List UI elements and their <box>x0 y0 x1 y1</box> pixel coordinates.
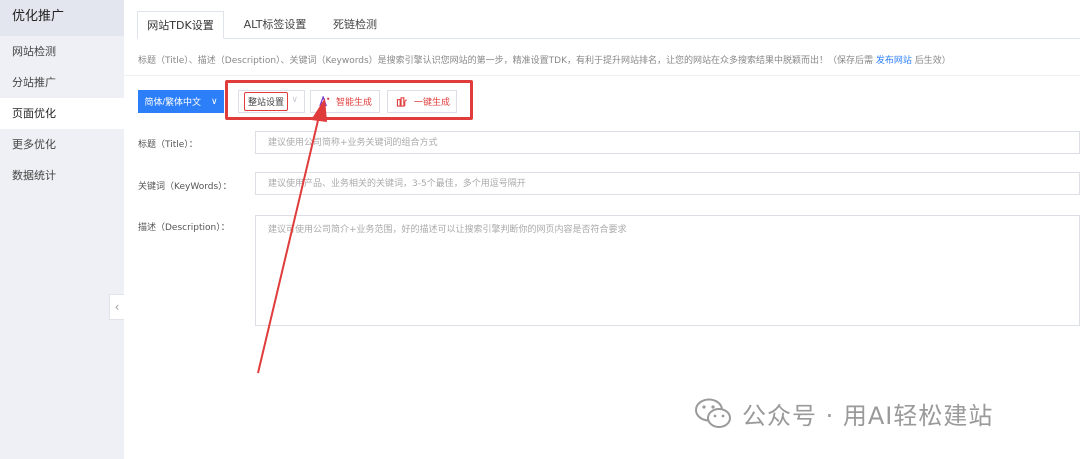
smart-generate-label: 智能生成 <box>336 98 373 108</box>
sidebar-item-statistics[interactable]: 数据统计 <box>0 160 124 191</box>
description-textarea[interactable] <box>255 215 1080 326</box>
chevron-left-icon: ‹ <box>114 300 120 314</box>
sidebar: 优化推广 网站检测 分站推广 页面优化 更多优化 数据统计 <box>0 0 124 459</box>
description-label: 描述（Description）： <box>138 223 230 233</box>
language-label: 简体/繁体中文 <box>144 97 201 107</box>
tab-alt-settings[interactable]: ALT标签设置 <box>229 11 321 39</box>
sidebar-item-site-check[interactable]: 网站检测 <box>0 36 124 67</box>
collapse-sidebar-button[interactable]: ‹ <box>109 294 124 320</box>
site-settings-select[interactable]: 整站设置 ∨ <box>238 90 305 113</box>
publish-site-link[interactable]: 发布网站 <box>876 56 912 66</box>
tip-suffix: 后生效） <box>914 56 951 66</box>
smart-generate-button[interactable]: 智能生成 <box>310 90 380 113</box>
sidebar-item-substation[interactable]: 分站推广 <box>0 67 124 98</box>
site-settings-label: 整站设置 <box>244 92 289 111</box>
chevron-down-icon: ∨ <box>291 95 298 105</box>
sidebar-item-more-optimization[interactable]: 更多优化 <box>0 129 124 160</box>
tip-text: 标题（Title）、描述（Description）、关键词（Keywords）是… <box>138 56 874 66</box>
tdk-tip: 标题（Title）、描述（Description）、关键词（Keywords）是… <box>138 53 951 66</box>
tab-tdk-settings[interactable]: 网站TDK设置 <box>137 11 224 39</box>
wechat-icon <box>695 398 731 428</box>
divider <box>124 75 1080 76</box>
magic-generate-icon <box>396 97 407 107</box>
title-input[interactable] <box>255 131 1080 154</box>
ai-text-icon <box>319 96 330 107</box>
tab-bar: 网站TDK设置 ALT标签设置 死链检测 <box>137 11 1080 39</box>
one-click-generate-button[interactable]: 一键生成 <box>387 90 457 113</box>
title-label: 标题（Title）： <box>138 140 198 150</box>
main-panel: 网站TDK设置 ALT标签设置 死链检测 标题（Title）、描述（Descri… <box>124 0 1080 459</box>
keywords-label: 关键词（KeyWords）： <box>138 182 232 192</box>
watermark-text: 公众号 · 用AI轻松建站 <box>742 402 994 430</box>
one-click-generate-label: 一键生成 <box>414 98 451 108</box>
chevron-down-icon: ∨ <box>210 96 218 106</box>
tab-dead-link-check[interactable]: 死链检测 <box>321 11 389 39</box>
sidebar-title: 优化推广 <box>0 0 124 36</box>
watermark: 公众号 · 用AI轻松建站 <box>694 396 993 431</box>
language-select-button[interactable]: 简体/繁体中文 ∨ <box>138 90 224 113</box>
sidebar-item-page-optimization[interactable]: 页面优化 <box>0 98 124 129</box>
keywords-input[interactable] <box>255 172 1080 195</box>
